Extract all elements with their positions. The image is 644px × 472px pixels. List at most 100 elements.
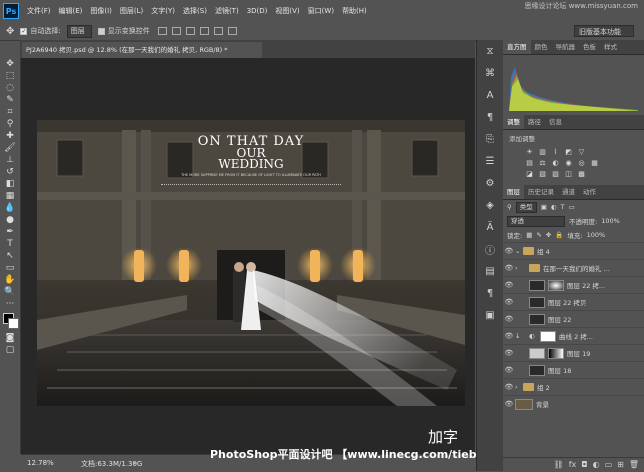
layer-row[interactable]: 👁 图层 22 拷贝 — [503, 293, 644, 310]
menu-3d[interactable]: 3D(D) — [243, 7, 272, 15]
visibility-eye-icon[interactable]: 👁 — [503, 315, 515, 323]
auto-select-checkbox[interactable]: ✓ — [20, 27, 28, 35]
channel-mixer-icon[interactable]: ◎ — [577, 158, 586, 167]
tab-swatches[interactable]: 色板 — [579, 40, 600, 54]
lock-all-icon[interactable]: 🔒 — [555, 231, 563, 239]
align-center-icon[interactable] — [213, 27, 223, 35]
clone-source-icon[interactable]: ⎘ — [477, 128, 503, 150]
black-white-icon[interactable]: ◐ — [551, 158, 560, 167]
tool-presets-icon[interactable]: ⚙ — [477, 172, 503, 194]
photo-filter-icon[interactable]: ◉ — [564, 158, 573, 167]
visibility-eye-icon[interactable]: 👁 — [503, 366, 515, 374]
pen-tool-icon[interactable]: ✒ — [0, 226, 20, 238]
background-color-swatch[interactable] — [8, 318, 19, 329]
levels-icon[interactable]: ▥ — [538, 147, 547, 156]
layer-row[interactable]: 👁 图层 19 — [503, 344, 644, 361]
visibility-eye-icon[interactable]: 👁 — [503, 298, 515, 306]
threshold-icon[interactable]: ▨ — [551, 169, 560, 178]
layer-row[interactable]: 👁 ⌄ 组 4 — [503, 242, 644, 259]
link-layers-icon[interactable]: ⛓ — [554, 460, 564, 469]
menu-help[interactable]: 帮助(H) — [338, 6, 371, 16]
tab-paths[interactable]: 路径 — [524, 115, 545, 129]
visibility-eye-icon[interactable]: 👁 — [503, 281, 515, 289]
menu-image[interactable]: 图像(I) — [86, 6, 116, 16]
tab-histogram[interactable]: 直方图 — [503, 40, 531, 54]
layer-kind-select[interactable]: 类型 — [515, 201, 537, 213]
tab-history[interactable]: 历史记录 — [524, 185, 558, 199]
layer-row[interactable]: 👁 背景 — [503, 395, 644, 412]
timeline-icon[interactable]: ▤ — [477, 260, 503, 282]
quick-select-tool-icon[interactable]: ✎ — [0, 94, 20, 106]
quick-mask-icon[interactable]: ◙ — [0, 332, 20, 344]
type-tool-icon[interactable]: T — [0, 238, 20, 250]
layer-row[interactable]: 👁 › 在那一天我们的婚礼 ... — [503, 259, 644, 276]
lasso-tool-icon[interactable]: ◌ — [0, 82, 20, 94]
history-brush-tool-icon[interactable]: ↺ — [0, 166, 20, 178]
dodge-tool-icon[interactable]: ● — [0, 214, 20, 226]
menu-view[interactable]: 视图(V) — [271, 6, 303, 16]
history-panel-icon[interactable]: ⧖ — [477, 40, 503, 62]
menu-layer[interactable]: 图层(L) — [116, 6, 147, 16]
new-group-icon[interactable]: ▭ — [605, 460, 613, 469]
zoom-level[interactable]: 12.78% — [27, 459, 54, 467]
invert-icon[interactable]: ◪ — [525, 169, 534, 178]
layer-row[interactable]: 👁 图层 22 拷... — [503, 276, 644, 293]
vibrance-icon[interactable]: ▽ — [577, 147, 586, 156]
hue-saturation-icon[interactable]: ▤ — [525, 158, 534, 167]
status-menu-arrow-icon[interactable]: ▸ — [133, 459, 137, 467]
canvas-area[interactable]: ON THAT DAY OUR WEDDING THE MORE SUPPRIS… — [21, 58, 475, 454]
layer-row[interactable]: 👁 图层 18 — [503, 361, 644, 378]
delete-layer-icon[interactable]: 🗑 — [629, 460, 639, 469]
opacity-value[interactable]: 100% — [601, 217, 620, 225]
eraser-tool-icon[interactable]: ◧ — [0, 178, 20, 190]
move-tool-icon[interactable]: ✥ — [0, 58, 20, 70]
layer-row[interactable]: 👁 图层 22 — [503, 310, 644, 327]
filter-pixel-icon[interactable]: ▣ — [541, 203, 547, 211]
glyphs-icon[interactable]: Ä — [477, 216, 503, 238]
exposure-icon[interactable]: ◩ — [564, 147, 573, 156]
tab-info[interactable]: 信息 — [545, 115, 566, 129]
zoom-tool-icon[interactable]: 🔍 — [0, 286, 20, 298]
screen-mode-icon[interactable]: ▢ — [0, 344, 20, 356]
layer-style-icon[interactable]: fx — [569, 460, 577, 469]
crop-tool-icon[interactable]: ⌗ — [0, 106, 20, 118]
curves-icon[interactable]: ⌇ — [551, 147, 560, 156]
document-tab[interactable]: PJ2A6940 拷贝.psd @ 12.8% (在那一天我们的婚礼 拷贝, R… — [22, 42, 262, 58]
gradient-map-icon[interactable]: ▩ — [577, 169, 586, 178]
new-adjustment-icon[interactable]: ◐ — [593, 460, 600, 469]
brush-presets-icon[interactable]: ⌘ — [477, 62, 503, 84]
visibility-eye-icon[interactable]: 👁 — [503, 383, 515, 391]
brush-tool-icon[interactable]: 🖌 — [0, 142, 20, 154]
tab-styles[interactable]: 样式 — [600, 40, 621, 54]
fill-value[interactable]: 100% — [587, 231, 606, 239]
add-mask-icon[interactable]: ◘ — [581, 460, 587, 469]
tab-navigator[interactable]: 导航器 — [552, 40, 580, 54]
menu-select[interactable]: 选择(S) — [179, 6, 211, 16]
layer-row[interactable]: 👁 › 组 2 — [503, 378, 644, 395]
brightness-icon[interactable]: ☀ — [525, 147, 534, 156]
auto-select-dropdown[interactable]: 图层 — [66, 24, 92, 38]
color-balance-icon[interactable]: ⚖ — [538, 158, 547, 167]
align-left-icon[interactable] — [199, 27, 209, 35]
visibility-eye-icon[interactable]: 👁 — [503, 349, 515, 357]
properties-icon[interactable]: ☰ — [477, 150, 503, 172]
tab-layers[interactable]: 图层 — [503, 185, 524, 199]
tab-color[interactable]: 颜色 — [531, 40, 552, 54]
menu-file[interactable]: 文件(F) — [23, 6, 55, 16]
layer-row[interactable]: 👁 ↓ ◐ 曲线 2 拷... — [503, 327, 644, 344]
new-layer-icon[interactable]: ⊞ — [617, 460, 624, 469]
blur-tool-icon[interactable]: 💧 — [0, 202, 20, 214]
visibility-eye-icon[interactable]: 👁 — [503, 400, 515, 408]
rectangle-tool-icon[interactable]: ▭ — [0, 262, 20, 274]
align-right-icon[interactable] — [227, 27, 237, 35]
menu-edit[interactable]: 编辑(E) — [55, 6, 87, 16]
lock-paint-icon[interactable]: ✎ — [536, 231, 541, 239]
posterize-icon[interactable]: ▧ — [538, 169, 547, 178]
menu-window[interactable]: 窗口(W) — [304, 6, 338, 16]
filter-type-icon[interactable]: T — [561, 203, 565, 211]
lock-move-icon[interactable]: ✥ — [546, 231, 551, 239]
paragraph-styles-icon[interactable]: ¶ — [477, 282, 503, 304]
gradient-tool-icon[interactable]: ▦ — [0, 190, 20, 202]
paragraph-panel-icon[interactable]: ¶ — [477, 106, 503, 128]
filter-adjust-icon[interactable]: ◐ — [551, 203, 557, 211]
